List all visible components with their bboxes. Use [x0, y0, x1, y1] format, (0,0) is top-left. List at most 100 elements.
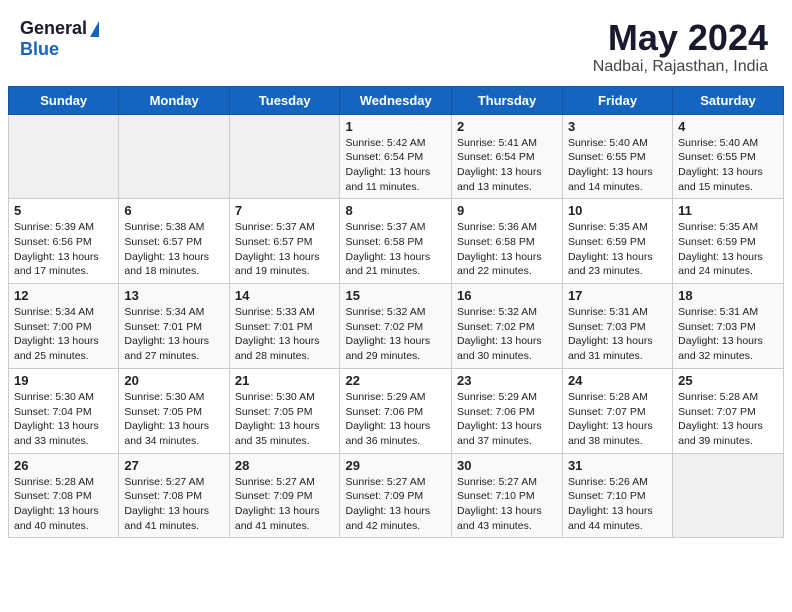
week-row-2: 5 Sunrise: 5:39 AM Sunset: 6:56 PM Daylig…	[9, 199, 784, 284]
day-number: 9	[457, 203, 557, 218]
calendar-body: 1Sunrise: 5:42 AM Sunset: 6:54 PM Daylig…	[9, 114, 784, 538]
day-info: Sunrise: 5:28 AM Sunset: 7:07 PM Dayligh…	[568, 390, 667, 449]
day-info: Sunrise: 5:40 AM Sunset: 6:55 PM Dayligh…	[678, 136, 778, 195]
calendar-cell	[673, 453, 784, 538]
calendar-cell: 28 Sunrise: 5:27 AM Sunset: 7:09 PM Dayli…	[229, 453, 340, 538]
week-row-1: 1Sunrise: 5:42 AM Sunset: 6:54 PM Daylig…	[9, 114, 784, 199]
calendar-cell: 9Sunrise: 5:36 AM Sunset: 6:58 PM Daylig…	[452, 199, 563, 284]
calendar-cell: 2 Sunrise: 5:41 AM Sunset: 6:54 PM Daylig…	[452, 114, 563, 199]
day-info: Sunrise: 5:35 AM Sunset: 6:59 PM Dayligh…	[678, 220, 778, 279]
day-number: 3	[568, 119, 667, 134]
calendar-cell: 18 Sunrise: 5:31 AM Sunset: 7:03 PM Dayli…	[673, 284, 784, 369]
weekday-header-thursday: Thursday	[452, 86, 563, 114]
day-number: 17	[568, 288, 667, 303]
calendar-table: SundayMondayTuesdayWednesdayThursdayFrid…	[8, 86, 784, 539]
day-number: 6	[124, 203, 223, 218]
day-info: Sunrise: 5:28 AM Sunset: 7:07 PM Dayligh…	[678, 390, 778, 449]
day-info: Sunrise: 5:31 AM Sunset: 7:03 PM Dayligh…	[678, 305, 778, 364]
calendar-cell: 26Sunrise: 5:28 AM Sunset: 7:08 PM Dayli…	[9, 453, 119, 538]
day-info: Sunrise: 5:29 AM Sunset: 7:06 PM Dayligh…	[457, 390, 557, 449]
title-block: May 2024 Nadbai, Rajasthan, India	[593, 18, 768, 76]
calendar-cell: 29 Sunrise: 5:27 AM Sunset: 7:09 PM Dayli…	[340, 453, 452, 538]
day-info: Sunrise: 5:42 AM Sunset: 6:54 PM Dayligh…	[345, 136, 446, 195]
day-info: Sunrise: 5:27 AM Sunset: 7:09 PM Dayligh…	[235, 475, 335, 534]
logo-blue-text: Blue	[20, 39, 59, 60]
calendar-cell: 4Sunrise: 5:40 AM Sunset: 6:55 PM Daylig…	[673, 114, 784, 199]
day-info: Sunrise: 5:30 AM Sunset: 7:05 PM Dayligh…	[235, 390, 335, 449]
day-number: 26	[14, 458, 113, 473]
day-number: 18	[678, 288, 778, 303]
day-number: 11	[678, 203, 778, 218]
day-number: 19	[14, 373, 113, 388]
day-number: 28	[235, 458, 335, 473]
day-info: Sunrise: 5:32 AM Sunset: 7:02 PM Dayligh…	[345, 305, 446, 364]
calendar-cell: 23 Sunrise: 5:29 AM Sunset: 7:06 PM Dayli…	[452, 368, 563, 453]
day-info: Sunrise: 5:38 AM Sunset: 6:57 PM Dayligh…	[124, 220, 223, 279]
calendar-cell: 5 Sunrise: 5:39 AM Sunset: 6:56 PM Daylig…	[9, 199, 119, 284]
calendar-cell: 21Sunrise: 5:30 AM Sunset: 7:05 PM Dayli…	[229, 368, 340, 453]
calendar-cell: 16 Sunrise: 5:32 AM Sunset: 7:02 PM Dayli…	[452, 284, 563, 369]
calendar-cell: 15 Sunrise: 5:32 AM Sunset: 7:02 PM Dayli…	[340, 284, 452, 369]
day-number: 30	[457, 458, 557, 473]
weekday-header-wednesday: Wednesday	[340, 86, 452, 114]
calendar-cell: 22Sunrise: 5:29 AM Sunset: 7:06 PM Dayli…	[340, 368, 452, 453]
logo-icon	[90, 21, 99, 37]
week-row-3: 12 Sunrise: 5:34 AM Sunset: 7:00 PM Dayli…	[9, 284, 784, 369]
day-number: 15	[345, 288, 446, 303]
calendar-cell: 6 Sunrise: 5:38 AM Sunset: 6:57 PM Daylig…	[119, 199, 229, 284]
day-number: 5	[14, 203, 113, 218]
day-number: 14	[235, 288, 335, 303]
day-number: 29	[345, 458, 446, 473]
weekday-header-tuesday: Tuesday	[229, 86, 340, 114]
day-number: 31	[568, 458, 667, 473]
day-info: Sunrise: 5:31 AM Sunset: 7:03 PM Dayligh…	[568, 305, 667, 364]
day-info: Sunrise: 5:27 AM Sunset: 7:10 PM Dayligh…	[457, 475, 557, 534]
calendar-cell: 10 Sunrise: 5:35 AM Sunset: 6:59 PM Dayli…	[562, 199, 672, 284]
calendar-cell: 20Sunrise: 5:30 AM Sunset: 7:05 PM Dayli…	[119, 368, 229, 453]
calendar-cell: 30 Sunrise: 5:27 AM Sunset: 7:10 PM Dayli…	[452, 453, 563, 538]
calendar-cell	[119, 114, 229, 199]
weekday-header-sunday: Sunday	[9, 86, 119, 114]
day-info: Sunrise: 5:39 AM Sunset: 6:56 PM Dayligh…	[14, 220, 113, 279]
day-info: Sunrise: 5:34 AM Sunset: 7:00 PM Dayligh…	[14, 305, 113, 364]
day-number: 13	[124, 288, 223, 303]
day-info: Sunrise: 5:33 AM Sunset: 7:01 PM Dayligh…	[235, 305, 335, 364]
calendar-cell	[229, 114, 340, 199]
week-row-4: 19 Sunrise: 5:30 AM Sunset: 7:04 PM Dayli…	[9, 368, 784, 453]
day-info: Sunrise: 5:37 AM Sunset: 6:57 PM Dayligh…	[235, 220, 335, 279]
calendar-cell: 31 Sunrise: 5:26 AM Sunset: 7:10 PM Dayli…	[562, 453, 672, 538]
day-number: 12	[14, 288, 113, 303]
weekday-header-friday: Friday	[562, 86, 672, 114]
calendar-cell: 17 Sunrise: 5:31 AM Sunset: 7:03 PM Dayli…	[562, 284, 672, 369]
day-info: Sunrise: 5:41 AM Sunset: 6:54 PM Dayligh…	[457, 136, 557, 195]
week-row-5: 26Sunrise: 5:28 AM Sunset: 7:08 PM Dayli…	[9, 453, 784, 538]
calendar-cell: 24Sunrise: 5:28 AM Sunset: 7:07 PM Dayli…	[562, 368, 672, 453]
logo: General Blue	[20, 18, 99, 60]
calendar-cell: 8Sunrise: 5:37 AM Sunset: 6:58 PM Daylig…	[340, 199, 452, 284]
day-info: Sunrise: 5:30 AM Sunset: 7:04 PM Dayligh…	[14, 390, 113, 449]
day-info: Sunrise: 5:35 AM Sunset: 6:59 PM Dayligh…	[568, 220, 667, 279]
day-info: Sunrise: 5:27 AM Sunset: 7:08 PM Dayligh…	[124, 475, 223, 534]
day-number: 2	[457, 119, 557, 134]
day-info: Sunrise: 5:40 AM Sunset: 6:55 PM Dayligh…	[568, 136, 667, 195]
calendar-wrapper: SundayMondayTuesdayWednesdayThursdayFrid…	[0, 86, 792, 557]
day-info: Sunrise: 5:34 AM Sunset: 7:01 PM Dayligh…	[124, 305, 223, 364]
calendar-header: SundayMondayTuesdayWednesdayThursdayFrid…	[9, 86, 784, 114]
day-number: 27	[124, 458, 223, 473]
calendar-cell: 11 Sunrise: 5:35 AM Sunset: 6:59 PM Dayli…	[673, 199, 784, 284]
calendar-cell: 13 Sunrise: 5:34 AM Sunset: 7:01 PM Dayli…	[119, 284, 229, 369]
calendar-subtitle: Nadbai, Rajasthan, India	[593, 58, 768, 76]
day-number: 16	[457, 288, 557, 303]
day-info: Sunrise: 5:30 AM Sunset: 7:05 PM Dayligh…	[124, 390, 223, 449]
day-number: 25	[678, 373, 778, 388]
calendar-cell: 14 Sunrise: 5:33 AM Sunset: 7:01 PM Dayli…	[229, 284, 340, 369]
calendar-title: May 2024	[593, 18, 768, 58]
day-info: Sunrise: 5:27 AM Sunset: 7:09 PM Dayligh…	[345, 475, 446, 534]
day-number: 10	[568, 203, 667, 218]
weekday-header-monday: Monday	[119, 86, 229, 114]
day-info: Sunrise: 5:32 AM Sunset: 7:02 PM Dayligh…	[457, 305, 557, 364]
day-number: 23	[457, 373, 557, 388]
day-info: Sunrise: 5:26 AM Sunset: 7:10 PM Dayligh…	[568, 475, 667, 534]
calendar-cell: 3 Sunrise: 5:40 AM Sunset: 6:55 PM Daylig…	[562, 114, 672, 199]
page-header: General Blue May 2024 Nadbai, Rajasthan,…	[0, 0, 792, 86]
